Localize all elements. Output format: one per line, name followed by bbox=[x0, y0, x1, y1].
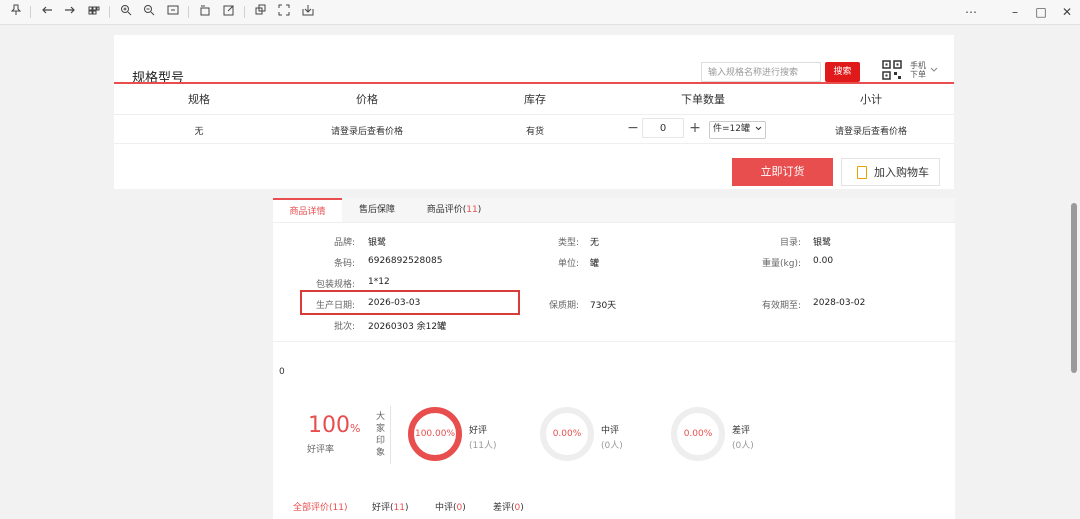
qr-code-icon[interactable] bbox=[882, 60, 902, 80]
toolbar-separator bbox=[30, 6, 31, 18]
zoom-out-icon[interactable] bbox=[141, 4, 157, 20]
mobile-order-link[interactable]: 手机 下单 bbox=[910, 61, 926, 79]
good-rate-number: 100 bbox=[308, 413, 350, 438]
edit-icon[interactable] bbox=[221, 4, 237, 20]
good-review-count: (11人) bbox=[469, 441, 497, 451]
medium-review-pct: 0.00% bbox=[552, 429, 582, 439]
cell-spec: 无 bbox=[194, 127, 204, 137]
minimize-button[interactable]: – bbox=[1006, 3, 1024, 21]
good-rate-label: 好评率 bbox=[307, 445, 335, 455]
filter-medium-label: 中评( bbox=[435, 503, 457, 513]
filter-bad-reviews[interactable]: 差评(0) bbox=[493, 500, 524, 513]
ratings-zero: 0 bbox=[279, 367, 285, 377]
clipboard-icon bbox=[857, 166, 867, 179]
pin-icon[interactable] bbox=[8, 4, 24, 20]
filter-good-reviews[interactable]: 好评(11) bbox=[372, 500, 408, 513]
header-price: 价格 bbox=[356, 93, 378, 106]
add-to-cart-label: 加入购物车 bbox=[874, 166, 929, 179]
mobile-order-line1: 手机 bbox=[910, 61, 926, 70]
filter-all-reviews[interactable]: 全部评价(11) bbox=[293, 500, 347, 513]
bad-review-name: 差评 bbox=[732, 426, 751, 436]
maximize-button[interactable]: □ bbox=[1032, 3, 1050, 21]
zoom-in-icon[interactable] bbox=[118, 4, 134, 20]
filter-good-count: 11 bbox=[393, 503, 405, 513]
medium-review-name: 中评 bbox=[601, 426, 620, 436]
buy-now-button[interactable]: 立即订货 bbox=[732, 158, 833, 186]
viewer-toolbar: ⋯ – □ ✕ bbox=[0, 0, 1080, 25]
add-to-cart-button[interactable]: 加入购物车 bbox=[841, 158, 940, 186]
table-divider bbox=[114, 143, 954, 144]
filter-all-close: ) bbox=[343, 503, 348, 513]
spec-search-input[interactable]: 输入规格名称进行搜索 bbox=[701, 62, 821, 82]
header-spec: 规格 bbox=[188, 93, 210, 106]
unit-select[interactable]: 件=12罐 bbox=[709, 121, 766, 139]
bad-review-pct: 0.00% bbox=[683, 429, 713, 439]
filter-good-close: ) bbox=[404, 503, 409, 513]
forward-icon[interactable] bbox=[62, 4, 78, 20]
chevron-down-icon bbox=[755, 126, 762, 131]
impression-label: 大家印象 bbox=[376, 412, 386, 458]
cell-stock: 有货 bbox=[525, 127, 544, 137]
unit-select-value: 件=12罐 bbox=[713, 124, 750, 134]
copy-icon[interactable] bbox=[253, 4, 269, 20]
vertical-scrollbar[interactable] bbox=[1068, 25, 1080, 519]
filter-bad-label: 差评( bbox=[493, 503, 515, 513]
filter-all-count: 11 bbox=[332, 503, 344, 513]
export-icon[interactable] bbox=[300, 4, 316, 20]
close-button[interactable]: ✕ bbox=[1058, 3, 1076, 21]
header-stock: 库存 bbox=[524, 93, 546, 106]
document-viewport: 规格型号 输入规格名称进行搜索 搜索 手机 下单 规格 价格 库存 下单数量 小… bbox=[0, 25, 1080, 519]
scrollbar-thumb[interactable] bbox=[1071, 203, 1077, 373]
good-review-pct: 100.00% bbox=[414, 429, 456, 439]
toolbar-separator bbox=[188, 6, 189, 18]
good-rate-unit: % bbox=[350, 422, 361, 435]
more-icon[interactable]: ⋯ bbox=[962, 3, 980, 21]
fit-page-icon[interactable] bbox=[165, 4, 181, 20]
cell-price: 请登录后查看价格 bbox=[330, 127, 403, 137]
medium-review-count: (0人) bbox=[601, 441, 623, 451]
spec-order-card: 规格型号 输入规格名称进行搜索 搜索 手机 下单 规格 价格 库存 下单数量 小… bbox=[114, 35, 954, 189]
toolbar-separator bbox=[109, 6, 110, 18]
spec-divider bbox=[114, 82, 954, 84]
good-review-name: 好评 bbox=[469, 426, 488, 436]
header-quantity: 下单数量 bbox=[681, 93, 725, 106]
quantity-increment-button[interactable]: + bbox=[686, 119, 704, 137]
screenshot-icon[interactable] bbox=[276, 4, 292, 20]
filter-good-label: 好评( bbox=[372, 503, 394, 513]
toolbar-separator bbox=[244, 6, 245, 18]
filter-bad-close: ) bbox=[520, 503, 524, 513]
mobile-order-line2: 下单 bbox=[910, 70, 926, 79]
header-subtotal: 小计 bbox=[860, 93, 882, 106]
filter-medium-close: ) bbox=[462, 503, 466, 513]
search-button[interactable]: 搜索 bbox=[825, 62, 860, 82]
filter-all-label: 全部评价( bbox=[293, 503, 333, 513]
ratings-section: 0 100% 好评率 大家印象 100.00% 好评 (11人) 0.00% 中… bbox=[273, 198, 955, 519]
thumbnails-icon[interactable] bbox=[86, 4, 102, 20]
quantity-input[interactable]: 0 bbox=[642, 118, 684, 138]
bad-review-count: (0人) bbox=[732, 441, 754, 451]
rotate-icon[interactable] bbox=[197, 4, 213, 20]
cell-subtotal: 请登录后查看价格 bbox=[834, 127, 907, 137]
quantity-decrement-button[interactable]: − bbox=[624, 119, 642, 137]
filter-medium-reviews[interactable]: 中评(0) bbox=[435, 500, 466, 513]
ratings-divider bbox=[390, 406, 391, 464]
chevron-down-icon[interactable] bbox=[930, 67, 938, 73]
table-divider bbox=[114, 114, 954, 115]
good-rate-value: 100% bbox=[308, 413, 360, 438]
back-icon[interactable] bbox=[39, 4, 55, 20]
